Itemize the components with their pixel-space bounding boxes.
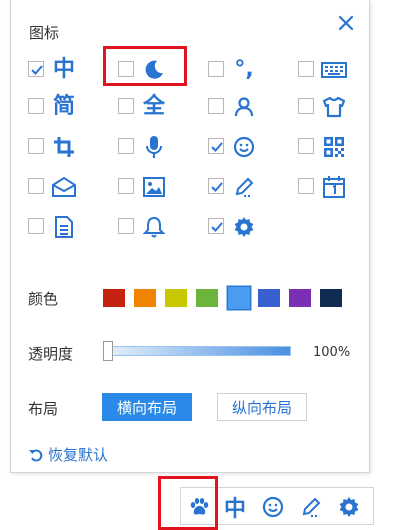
reset-default-link[interactable]: 恢复默认 — [28, 444, 108, 465]
calendar-icon — [320, 173, 348, 201]
opacity-label: 透明度 — [28, 345, 74, 363]
icon-option-qrcode[interactable] — [298, 131, 378, 163]
checkbox-mail[interactable] — [28, 178, 44, 194]
color-swatch-1[interactable] — [134, 289, 156, 307]
checkbox-chinese-mode[interactable] — [28, 61, 44, 77]
simplified-label: 简 — [50, 93, 78, 121]
horizontal-layout-button[interactable]: 横向布局 — [102, 393, 192, 421]
crop-icon — [50, 133, 78, 161]
gear-icon[interactable] — [335, 493, 363, 521]
icon-option-keyboard[interactable] — [298, 54, 378, 86]
vertical-layout-button[interactable]: 纵向布局 — [217, 393, 307, 421]
icon-option-gear[interactable] — [208, 211, 288, 243]
pencil-icon — [230, 173, 258, 201]
checkbox-full-width[interactable] — [118, 98, 134, 114]
icon-option-document[interactable] — [28, 211, 108, 243]
user-icon — [230, 93, 258, 121]
full-width-glyph: 全 — [142, 94, 165, 119]
checkbox-microphone[interactable] — [118, 138, 134, 154]
highlight-box-moon — [103, 46, 187, 86]
checkbox-pencil[interactable] — [208, 178, 224, 194]
highlight-box-paw — [158, 476, 218, 530]
icon-option-bell[interactable] — [118, 211, 198, 243]
simplified-glyph: 简 — [52, 94, 75, 119]
color-swatch-6[interactable] — [289, 289, 311, 307]
bell-icon — [140, 213, 168, 241]
layout-label: 布局 — [28, 400, 59, 418]
checkbox-skin[interactable] — [298, 98, 314, 114]
icon-option-pencil[interactable] — [208, 171, 288, 203]
panel-title: 图标 — [29, 24, 60, 42]
checkbox-image[interactable] — [118, 178, 134, 194]
checkbox-gear[interactable] — [208, 218, 224, 234]
checkbox-qrcode[interactable] — [298, 138, 314, 154]
undo-icon — [28, 447, 44, 463]
microphone-icon — [140, 133, 168, 161]
emoji-icon — [230, 133, 258, 161]
mail-icon — [50, 173, 78, 201]
color-swatch-2[interactable] — [165, 289, 187, 307]
checkbox-calendar[interactable] — [298, 178, 314, 194]
chinese-mode-toggle[interactable]: 中 — [221, 493, 249, 522]
chinese-mode-glyph: 中 — [52, 57, 75, 82]
skin-icon — [320, 93, 348, 121]
icon-option-full-width[interactable]: 全 — [118, 91, 198, 123]
keyboard-icon — [320, 56, 348, 84]
document-icon — [50, 213, 78, 241]
opacity-value: 100% — [313, 345, 351, 360]
icon-option-chinese-mode[interactable]: 中 — [28, 54, 108, 86]
color-swatch-3[interactable] — [196, 289, 218, 307]
icon-option-image[interactable] — [118, 171, 198, 203]
chinese-mode-label: 中 — [50, 56, 78, 84]
icon-option-user[interactable] — [208, 91, 288, 123]
icon-option-emoji[interactable] — [208, 131, 288, 163]
checkbox-punctuation[interactable] — [208, 61, 224, 77]
checkbox-crop[interactable] — [28, 138, 44, 154]
close-icon[interactable] — [335, 12, 357, 34]
opacity-slider-track[interactable] — [103, 346, 291, 356]
emoji-icon[interactable] — [259, 493, 287, 521]
color-swatch-5[interactable] — [258, 289, 280, 307]
qrcode-icon — [320, 133, 348, 161]
checkbox-emoji[interactable] — [208, 138, 224, 154]
checkbox-user[interactable] — [208, 98, 224, 114]
gear-icon — [230, 213, 258, 241]
icon-option-punctuation[interactable]: °, — [208, 54, 288, 86]
color-swatch-0[interactable] — [103, 289, 125, 307]
pencil-icon[interactable] — [297, 493, 325, 521]
color-label: 颜色 — [28, 290, 59, 308]
checkbox-keyboard[interactable] — [298, 61, 314, 77]
icon-option-crop[interactable] — [28, 131, 108, 163]
icon-option-calendar[interactable] — [298, 171, 378, 203]
reset-label: 恢复默认 — [48, 446, 109, 464]
icon-option-simplified[interactable]: 简 — [28, 91, 108, 123]
image-icon — [140, 173, 168, 201]
chinese-mode-label: 中 — [223, 497, 246, 522]
color-swatch-4[interactable] — [227, 286, 251, 310]
opacity-slider-thumb[interactable] — [103, 341, 113, 361]
icon-option-mail[interactable] — [28, 171, 108, 203]
color-swatch-7[interactable] — [320, 289, 342, 307]
checkbox-bell[interactable] — [118, 218, 134, 234]
icon-option-skin[interactable] — [298, 91, 378, 123]
icon-option-microphone[interactable] — [118, 131, 198, 163]
checkbox-simplified[interactable] — [28, 98, 44, 114]
punctuation-label: °, — [230, 56, 258, 84]
punctuation-glyph: °, — [234, 57, 254, 82]
checkbox-document[interactable] — [28, 218, 44, 234]
full-width-label: 全 — [140, 93, 168, 121]
